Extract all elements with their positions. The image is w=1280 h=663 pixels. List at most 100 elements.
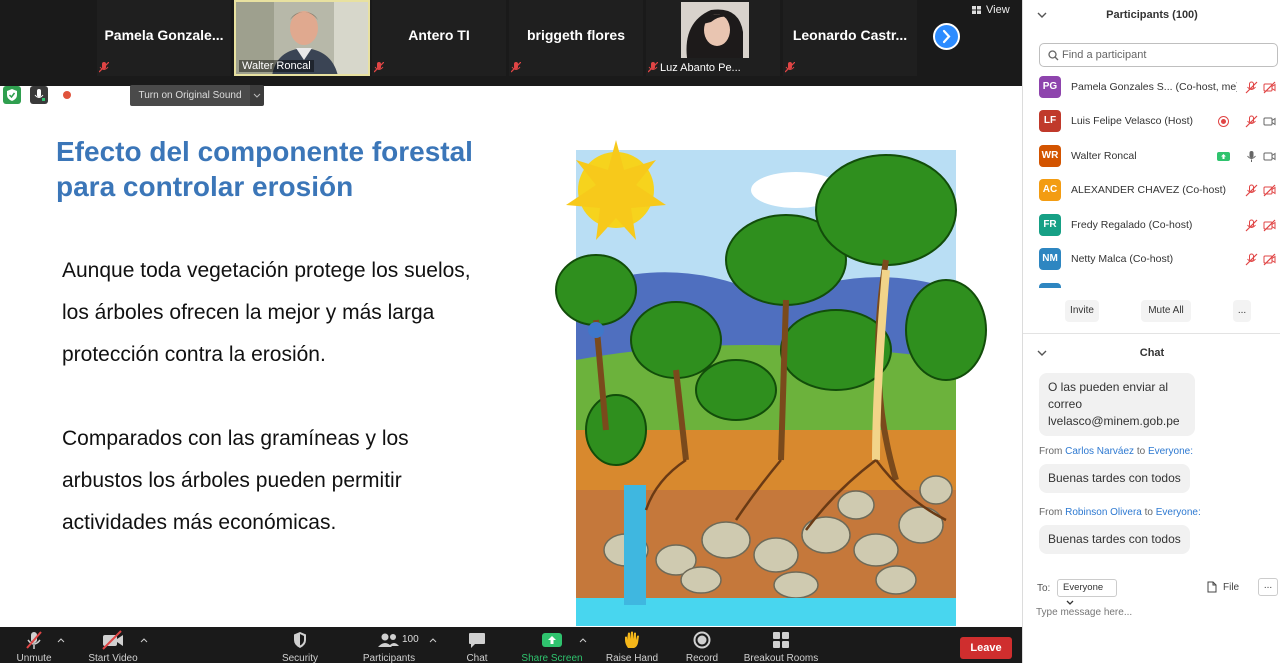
recipient-select[interactable]: Everyone — [1057, 579, 1117, 605]
muted-mic-icon[interactable] — [1245, 81, 1258, 94]
muted-mic-icon[interactable] — [1245, 253, 1258, 266]
to-label: To: — [1037, 583, 1051, 594]
chat-sender-line: From Robinson Olivera to Everyone: — [1039, 507, 1201, 518]
participant-row[interactable]: LF Luis Felipe Velasco (Host) — [1023, 107, 1280, 141]
forest-illustration — [555, 140, 987, 626]
tile-name: Leonardo Castr... — [792, 27, 908, 43]
chat-message-input[interactable] — [1036, 604, 1266, 620]
muted-mic-icon[interactable] — [1245, 115, 1258, 128]
participant-tile-leonardo[interactable]: Leonardo Castr... — [783, 0, 917, 76]
chat-sender-line: From Carlos Narváez to Everyone: — [1039, 446, 1193, 457]
chevron-right-icon — [942, 29, 951, 44]
start-video-button[interactable]: Start Video — [84, 630, 142, 663]
chat-recipient[interactable]: Everyone: — [1148, 446, 1193, 457]
participant-row[interactable]: PG Pamela Gonzales S... (Co-host, me) — [1023, 73, 1280, 107]
video-off-icon[interactable] — [1263, 219, 1276, 232]
breakout-rooms-button[interactable]: Breakout Rooms — [741, 630, 821, 663]
security-button[interactable]: Security — [278, 630, 322, 663]
share-screen-button[interactable]: Share Screen — [518, 630, 586, 663]
chevron-up-icon[interactable] — [139, 635, 149, 645]
invite-button[interactable]: Invite — [1065, 300, 1099, 322]
chat-title: Chat — [1139, 347, 1165, 359]
participant-row[interactable]: FR Fredy Regalado (Co-host) — [1023, 211, 1280, 245]
avatar: LF — [1039, 110, 1061, 132]
microphone-icon[interactable] — [1245, 150, 1258, 163]
video-off-icon[interactable] — [1263, 81, 1276, 94]
raise-hand-label: Raise Hand — [605, 653, 659, 663]
chat-bubble-icon — [469, 633, 485, 648]
video-icon[interactable] — [1263, 115, 1276, 128]
avatar: FR — [1039, 214, 1061, 236]
chat-button[interactable]: Chat — [457, 630, 497, 663]
recording-icon — [58, 86, 76, 104]
muted-mic-icon[interactable] — [1245, 219, 1258, 232]
breakout-rooms-icon — [773, 632, 789, 648]
chevron-up-icon[interactable] — [428, 635, 438, 645]
zoom-window: Pamela Gonzale... Walter Roncal Antero T… — [0, 0, 1280, 663]
chat-message: Buenas tardes con todos — [1039, 464, 1190, 493]
original-sound-button[interactable]: Turn on Original Sound — [130, 85, 250, 106]
chat-more-button[interactable]: ... — [1258, 578, 1278, 596]
avatar: WR — [1039, 145, 1061, 167]
participant-name: Netty Malca (Co-host) — [1071, 253, 1174, 265]
participants-actions: Invite Mute All ... — [1023, 300, 1280, 324]
avatar: AC — [1039, 179, 1061, 201]
leave-button[interactable]: Leave — [960, 637, 1012, 659]
original-sound-dropdown[interactable] — [250, 85, 264, 106]
chevron-up-icon[interactable] — [578, 635, 588, 645]
chevron-down-icon — [253, 93, 261, 98]
raise-hand-icon — [625, 631, 639, 648]
audio-status-icon[interactable] — [30, 86, 48, 104]
file-button[interactable]: File — [1207, 581, 1239, 593]
record-button[interactable]: Record — [682, 630, 722, 663]
participant-tile-luz[interactable]: Luz Abanto Pe... — [646, 0, 780, 76]
next-page-button[interactable] — [933, 23, 960, 50]
participant-name: Fredy Regalado (Co-host) — [1071, 219, 1193, 231]
participants-header: Participants (100) — [1023, 0, 1280, 30]
participant-search-box[interactable] — [1039, 43, 1278, 67]
raise-hand-button[interactable]: Raise Hand — [603, 630, 661, 663]
meeting-toolbar: Unmute Start Video Security Participants… — [0, 627, 1022, 663]
tile-name: Luz Abanto Pe... — [660, 62, 741, 74]
participant-search-input[interactable] — [1062, 47, 1262, 63]
start-video-label: Start Video — [88, 653, 138, 663]
tile-name: Antero TI — [408, 27, 470, 43]
chevron-up-icon[interactable] — [56, 635, 66, 645]
chat-sender-name[interactable]: Robinson Olivera — [1065, 507, 1142, 518]
participant-row[interactable]: AC ALEXANDER CHAVEZ (Co-host) — [1023, 176, 1280, 210]
chat-compose-bar: To: Everyone File ... — [1023, 578, 1280, 605]
view-label: View — [986, 4, 1010, 16]
record-label: Record — [685, 653, 719, 663]
participant-row[interactable]: WR Walter Roncal — [1023, 142, 1280, 176]
participant-tile-briggeth[interactable]: briggeth flores — [509, 0, 643, 76]
participant-row[interactable]: NM Netty Malca (Co-host) — [1023, 245, 1280, 279]
chat-sender-name[interactable]: Carlos Narváez — [1065, 446, 1134, 457]
chat-message: O las pueden enviar al correo lvelasco@m… — [1039, 373, 1195, 436]
avatar: NM — [1039, 248, 1061, 270]
slide-title-line-1: Efecto del componente forestal — [56, 136, 473, 167]
unmute-button[interactable]: Unmute — [12, 630, 56, 663]
unmute-label: Unmute — [16, 653, 52, 663]
share-screen-label: Share Screen — [521, 653, 583, 663]
chat-recipient[interactable]: Everyone: — [1156, 507, 1201, 518]
file-label: File — [1223, 581, 1240, 593]
participant-name: Pamela Gonzales S... (Co-host, me) — [1071, 81, 1237, 93]
video-off-icon[interactable] — [1263, 184, 1276, 197]
video-off-icon[interactable] — [1263, 253, 1276, 266]
participant-video-walter[interactable]: Walter Roncal — [234, 0, 370, 76]
participant-tile-antero[interactable]: Antero TI — [372, 0, 506, 76]
view-button[interactable]: View — [972, 4, 1010, 16]
encryption-shield-icon[interactable] — [3, 86, 21, 104]
avatar — [1039, 283, 1061, 288]
participants-icon — [378, 633, 399, 647]
participant-tile-pamela[interactable]: Pamela Gonzale... — [97, 0, 231, 76]
participants-more-button[interactable]: ... — [1233, 300, 1251, 322]
muted-mic-icon[interactable] — [1245, 184, 1258, 197]
muted-mic-icon — [374, 62, 384, 73]
record-icon — [693, 631, 711, 649]
muted-microphone-icon — [26, 631, 42, 649]
participant-profile-photo — [681, 2, 749, 58]
video-icon[interactable] — [1263, 150, 1276, 163]
shield-icon — [294, 632, 306, 648]
mute-all-button[interactable]: Mute All — [1141, 300, 1191, 322]
